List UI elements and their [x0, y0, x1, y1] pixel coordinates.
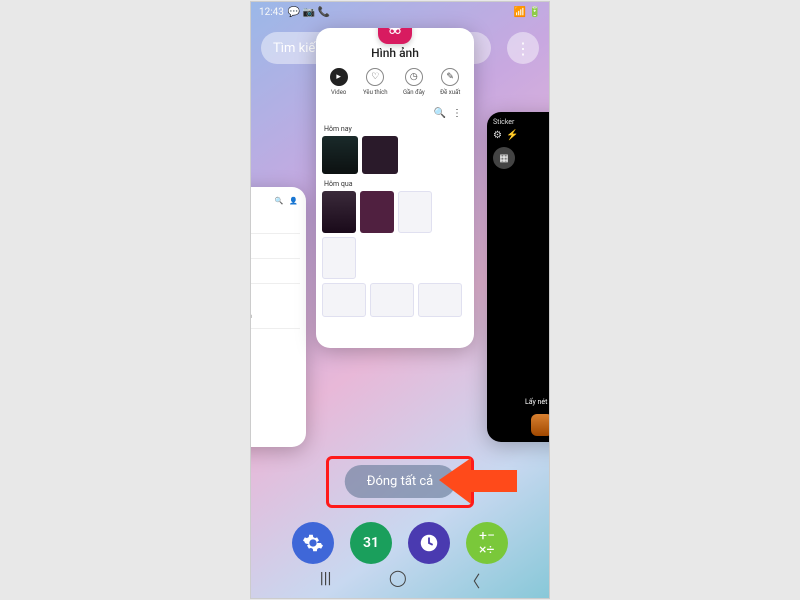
heart-icon: ♡	[366, 68, 384, 86]
list-item: Sử dụng dữ	[250, 209, 300, 234]
dock-calendar-icon[interactable]: 31	[350, 522, 392, 564]
recent-app-card-settings[interactable]: 🔍 👤 Sử dụng dữ Âm lượng thái: Không màn …	[250, 187, 306, 447]
more-button[interactable]: ⋮	[507, 32, 539, 64]
play-icon: ▸	[330, 68, 348, 86]
account-avatar-icon: 👤	[289, 197, 298, 205]
list-item: Âm lượng	[250, 234, 300, 259]
system-icons: 📶 🔋	[514, 7, 541, 18]
thumbnail[interactable]	[360, 191, 394, 233]
status-bar: 12:43 💬 📷 📞 📶 🔋	[251, 2, 549, 22]
nav-back-icon[interactable]: 〈	[464, 568, 480, 592]
clock-icon: ◷	[405, 68, 423, 86]
sticker-label: Sticker	[493, 118, 514, 126]
calculator-symbols-icon: +−×÷	[479, 529, 495, 557]
tab-video[interactable]: ▸Video	[330, 68, 348, 96]
recent-app-card-gallery[interactable]: ❀ Hình ảnh ▸Video ♡Yêu thích ◷Gần đây ✎Đ…	[316, 28, 474, 348]
thumbnail[interactable]	[370, 283, 414, 317]
chat-icon: ✎	[441, 68, 459, 86]
dock: 31 +−×÷	[251, 522, 549, 564]
search-icon: 🔍	[275, 197, 284, 205]
section-today: Hôm nay	[324, 125, 468, 133]
tab-suggest[interactable]: ✎Đề xuất	[440, 68, 460, 96]
close-all-button[interactable]: Đóng tất cả	[345, 465, 456, 498]
navigation-bar: ||| ◯ 〈	[251, 568, 549, 592]
flower-icon: ❀	[387, 28, 404, 39]
thumbnail[interactable]	[418, 283, 462, 317]
notification-icons: 💬 📷 📞	[288, 7, 330, 18]
gallery-title: Hình ảnh	[322, 46, 468, 60]
list-item: thái: Không	[250, 259, 300, 284]
section-yesterday: Hôm qua	[324, 180, 468, 188]
subject-preview	[531, 414, 550, 436]
thumbnail[interactable]	[322, 283, 366, 317]
recent-app-card-camera[interactable]: Sticker ⚙ ⚡ ▦ ■ Lấy nét đối	[487, 112, 550, 442]
settings-icon[interactable]: ⚙	[493, 130, 502, 141]
more-icon[interactable]: ⋮	[452, 108, 462, 119]
more-dots-icon: ⋮	[515, 39, 531, 58]
nav-recents-icon[interactable]: |||	[320, 568, 332, 592]
tab-recent[interactable]: ◷Gần đây	[403, 68, 425, 96]
tab-favorite[interactable]: ♡Yêu thích	[363, 68, 388, 96]
thumbnail[interactable]	[398, 191, 432, 233]
thumbnail[interactable]	[322, 136, 358, 174]
dock-calculator-icon[interactable]: +−×÷	[466, 522, 508, 564]
page-frame: 12:43 💬 📷 📞 📶 🔋 Tìm kiếm ⋮ 🔍 👤 Sử dụng d…	[0, 0, 800, 600]
flash-icon[interactable]: ⚡	[506, 130, 518, 141]
list-item: màn hình khóa	[250, 304, 300, 329]
thumbnail[interactable]	[322, 237, 356, 279]
focus-caption: Lấy nét đối	[487, 398, 550, 406]
clock-text: 12:43	[259, 7, 284, 18]
calendar-day: 31	[363, 535, 379, 551]
search-icon[interactable]: 🔍	[434, 108, 446, 119]
thumbnail[interactable]	[362, 136, 398, 174]
dock-settings-icon[interactable]	[292, 522, 334, 564]
nav-home-icon[interactable]: ◯	[389, 568, 407, 592]
gallery-app-icon[interactable]: ❀	[378, 28, 412, 44]
dock-clock-icon[interactable]	[408, 522, 450, 564]
thumbnail[interactable]	[322, 191, 356, 233]
mode-grid-icon[interactable]: ▦	[493, 147, 515, 169]
phone-screen: 12:43 💬 📷 📞 📶 🔋 Tìm kiếm ⋮ 🔍 👤 Sử dụng d…	[250, 1, 550, 599]
